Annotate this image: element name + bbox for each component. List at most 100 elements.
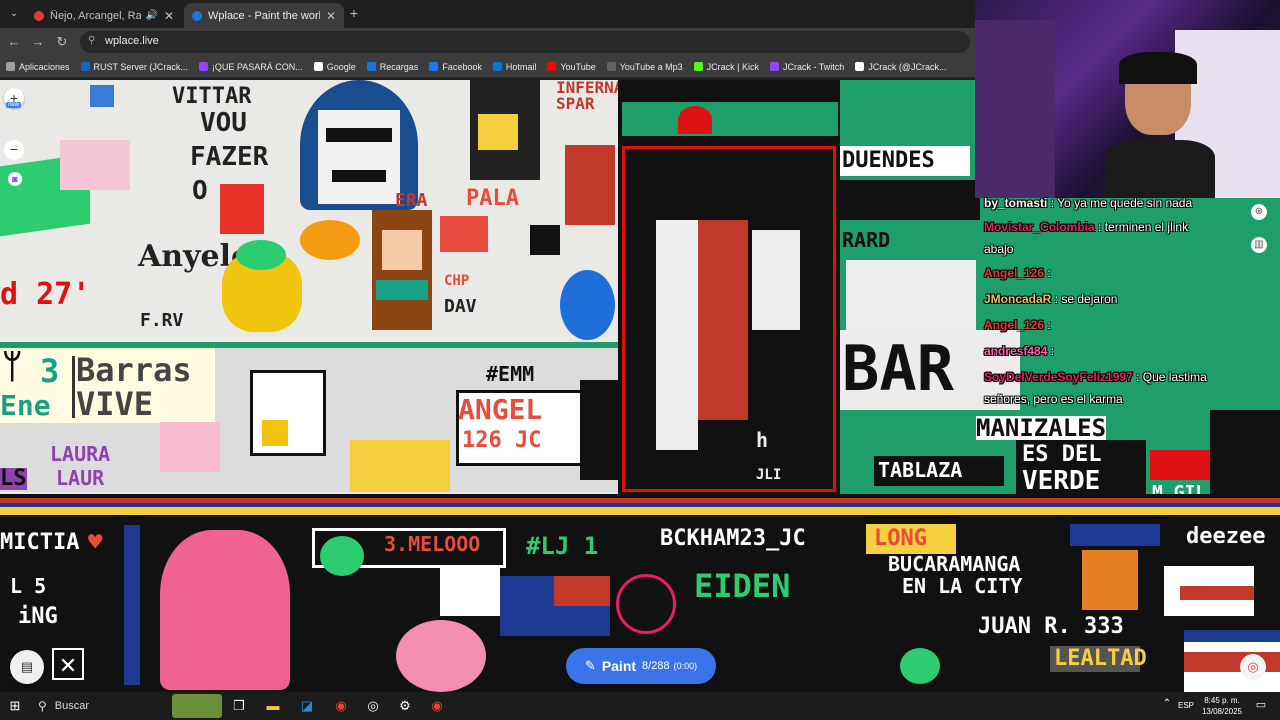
forward-arrow-icon[interactable]: → <box>30 34 46 49</box>
bookmark-label: Aplicaciones <box>19 61 70 72</box>
art-text: DAV <box>444 296 477 317</box>
chrome-icon[interactable]: ◉ <box>330 698 352 714</box>
bookmark-favicon-icon <box>606 62 616 71</box>
zoom-out-button[interactable]: − <box>4 140 24 160</box>
paint-button[interactable]: ✎ Paint 8/288 (0:00) <box>566 648 716 684</box>
chat-username[interactable]: SoyDelVerdeSoyFeliz1997 <box>984 370 1133 384</box>
art-text: MICTIA <box>0 530 80 555</box>
bookmark-item[interactable]: Facebook <box>429 62 482 72</box>
art-text: 3.MELOOO <box>384 532 481 556</box>
bookmark-item[interactable]: JCrack (@JCrack... <box>855 62 946 72</box>
bookmark-item[interactable]: JCrack - Twitch <box>769 62 844 72</box>
pink-char-art <box>160 422 220 472</box>
red-flag-art <box>440 216 488 252</box>
streamer-webcam <box>975 0 1280 198</box>
file-explorer-icon[interactable]: ▬ <box>262 698 284 713</box>
black-bat-art <box>530 225 560 255</box>
white-flag-art <box>440 566 500 616</box>
task-view-icon[interactable]: ❐ <box>228 698 250 714</box>
chat-username[interactable]: by_tomasti <box>984 196 1047 210</box>
back-arrow-icon[interactable]: ← <box>6 34 22 49</box>
chrome-profile-icon[interactable]: ◉ <box>426 698 448 714</box>
close-tab-icon[interactable]: ✕ <box>326 9 336 23</box>
chat-username[interactable]: JMoncadaR <box>984 292 1051 306</box>
bookmark-item[interactable]: Google <box>313 62 356 72</box>
bookmark-item[interactable]: ¡QUE PASARÁ CON... <box>198 62 303 72</box>
gaming-chair-art <box>975 20 1055 198</box>
black-block-art <box>1210 410 1280 494</box>
browser-toolbar: ← → ↻ ⚲ wplace.live <box>0 28 975 56</box>
bookmark-favicon-icon <box>429 62 439 71</box>
tab-wplace[interactable]: Wplace - Paint the world ✕ <box>184 3 344 28</box>
chat-text: : <box>1047 266 1051 280</box>
art-text: SPAR <box>556 94 595 113</box>
reload-icon[interactable]: ↻ <box>54 34 70 50</box>
settings-gear-icon[interactable]: ⚙ <box>394 698 416 714</box>
chat-text: : <box>1047 318 1051 332</box>
tab-title: Wplace - Paint the world <box>208 9 320 22</box>
twitch-icon[interactable]: ◙ <box>8 172 22 186</box>
bookmark-favicon-icon <box>198 62 208 71</box>
chat-username[interactable]: andresf484 <box>984 344 1047 358</box>
chat-username[interactable]: Angel_126 <box>984 266 1044 280</box>
art-text: ANGEL <box>458 393 543 426</box>
weather-widget-icon[interactable] <box>172 694 222 718</box>
bookmark-favicon-icon <box>769 62 779 71</box>
site-info-icon[interactable]: ⚲ <box>88 35 95 46</box>
bookmark-item[interactable]: RUST Server (JCrack... <box>80 62 188 72</box>
shirt-art <box>1105 140 1215 198</box>
bookmark-item[interactable]: JCrack | Kick <box>693 62 759 72</box>
art-text: #EMM <box>486 362 535 386</box>
bookmarks-bar: Aplicaciones RUST Server (JCrack... ¡QUE P… <box>0 56 975 78</box>
paint-charges: 8/288 <box>642 660 670 672</box>
tab-youtube-music[interactable]: Ñejo, Arcangel, Rauw Alejandro 🔊 ✕ <box>26 3 182 28</box>
chat-username[interactable]: Movistar_Colombia <box>984 220 1095 234</box>
new-tab-button[interactable]: + <box>346 5 362 23</box>
art-text: deezee <box>1186 524 1266 549</box>
chat-text: : se dejaron <box>1054 292 1118 306</box>
address-bar[interactable]: ⚲ wplace.live <box>80 31 970 53</box>
browser-tab-bar: ⌄ Ñejo, Arcangel, Rauw Alejandro 🔊 ✕ Wpl… <box>0 0 975 28</box>
outlook-icon[interactable]: ◪ <box>296 698 318 714</box>
green-header-art <box>622 102 838 136</box>
art-text: 126 JC <box>462 428 542 453</box>
language-indicator[interactable]: ESP <box>1178 701 1194 710</box>
map-toggle-button[interactable]: ▤ <box>10 650 44 684</box>
chat-message: by_tomasti : Yo ya me quede sin nada <box>984 196 1192 210</box>
location-button[interactable]: ◎ <box>1240 654 1266 680</box>
clock-date: 13/08/2025 <box>1201 707 1243 716</box>
bookmark-item[interactable]: Hotmail <box>492 62 536 72</box>
bookmark-item[interactable]: YouTube <box>547 62 596 72</box>
tray-chevron-icon[interactable]: ⌃ <box>1156 698 1178 709</box>
wplace-favicon-icon <box>192 10 202 21</box>
bookmark-label: Recargas <box>379 61 419 72</box>
windows-start-icon[interactable]: ⊞ <box>4 698 26 714</box>
notifications-icon[interactable]: ▭ <box>1250 698 1272 711</box>
chat-text: : terminen el jlink <box>1098 220 1189 234</box>
chat-message: SoyDelVerdeSoyFeliz1997 : Que lastima <box>984 370 1207 384</box>
speaker-icon[interactable]: 🔊 <box>145 10 157 21</box>
az-logo-art <box>616 574 676 634</box>
bookmark-favicon-icon <box>366 62 376 71</box>
chat-text: : Yo ya me quede sin nada <box>1050 196 1193 210</box>
pixel-mode-button[interactable]: ✕ <box>52 648 84 680</box>
art-text: #LJ 1 <box>526 532 599 560</box>
art-text: BCKHAM23_JC <box>660 526 806 551</box>
bookmark-item[interactable]: Aplicaciones <box>6 62 70 72</box>
bookmark-item[interactable]: YouTube a Mp3 <box>606 62 683 72</box>
taskbar-search-label: Buscar <box>54 700 90 712</box>
art-text: VITTAR <box>172 84 252 109</box>
chat-username[interactable]: Angel_126 <box>984 318 1044 332</box>
close-tab-icon[interactable]: ✕ <box>164 9 174 23</box>
bookmark-item[interactable]: Recargas <box>366 61 419 72</box>
tab-search-chevron-icon[interactable]: ⌄ <box>6 6 22 22</box>
red-art <box>565 145 615 225</box>
clock[interactable]: 8:45 p. m. 13/08/2025 <box>1200 695 1244 717</box>
art-text: VERDE <box>1022 466 1101 496</box>
pink-character-art <box>396 620 486 692</box>
bookmark-label: JCrack (@JCrack... <box>868 61 947 72</box>
recording-app-icon[interactable]: ◎ <box>362 698 384 714</box>
art-text: 3 <box>40 352 60 390</box>
blue-column-art <box>124 525 140 685</box>
chat-message: JMoncadaR : se dejaron <box>984 292 1117 306</box>
